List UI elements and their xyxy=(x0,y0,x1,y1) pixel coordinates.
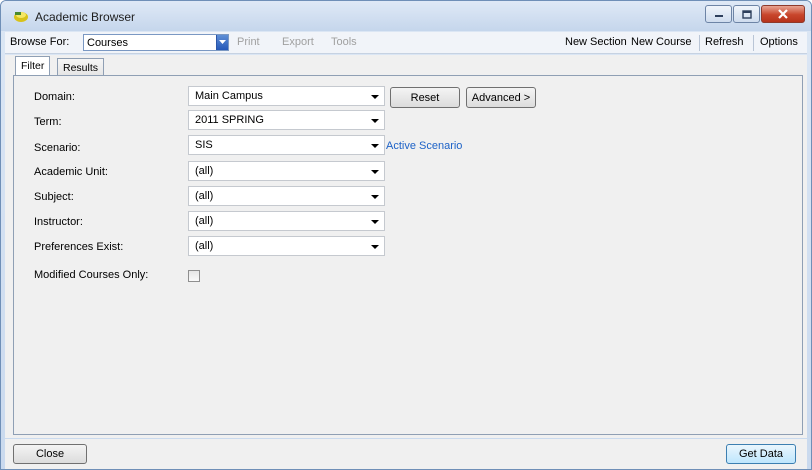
term-label: Term: xyxy=(34,116,62,128)
window-controls xyxy=(704,5,805,25)
new-section-button[interactable]: New Section xyxy=(565,36,627,48)
title-bar: Academic Browser xyxy=(1,1,811,31)
instructor-label: Instructor: xyxy=(34,216,83,228)
options-button[interactable]: Options xyxy=(760,36,798,48)
reset-button[interactable]: Reset xyxy=(390,87,460,108)
subject-select[interactable]: (all) xyxy=(188,186,385,206)
chevron-down-icon xyxy=(371,170,379,174)
close-icon xyxy=(778,9,788,19)
tab-filter[interactable]: Filter xyxy=(15,56,51,75)
menu-export[interactable]: Export xyxy=(282,36,314,48)
maximize-icon xyxy=(741,9,752,19)
menu-tools[interactable]: Tools xyxy=(331,36,357,48)
preferences-exist-label: Preferences Exist: xyxy=(34,241,124,253)
advanced-button[interactable]: Advanced > xyxy=(466,87,536,108)
chevron-down-icon xyxy=(371,220,379,224)
chevron-down-icon xyxy=(371,245,379,249)
tab-results[interactable]: Results xyxy=(57,58,105,75)
close-button[interactable]: Close xyxy=(13,444,87,464)
term-value: 2011 SPRING xyxy=(195,114,264,126)
academic-unit-value: (all) xyxy=(195,165,214,177)
active-scenario-link[interactable]: Active Scenario xyxy=(386,140,462,152)
menu-print[interactable]: Print xyxy=(237,36,260,48)
footer-bar: Close Get Data xyxy=(5,439,807,469)
preferences-exist-select[interactable]: (all) xyxy=(188,236,385,256)
instructor-value: (all) xyxy=(195,215,214,227)
subject-value: (all) xyxy=(195,190,214,202)
browse-for-select[interactable]: Courses xyxy=(83,34,229,51)
window-title: Academic Browser xyxy=(35,10,136,24)
academic-unit-select[interactable]: (all) xyxy=(188,161,385,181)
browse-for-label: Browse For: xyxy=(10,36,70,48)
domain-select[interactable]: Main Campus xyxy=(188,86,385,106)
get-data-button[interactable]: Get Data xyxy=(726,444,796,464)
subject-label: Subject: xyxy=(34,191,74,203)
minimize-button[interactable] xyxy=(705,5,732,23)
browse-for-value: Courses xyxy=(87,37,128,49)
menu-bar: Browse For: Courses Print Export Tools N… xyxy=(5,32,807,54)
academic-unit-label: Academic Unit: xyxy=(34,166,108,178)
menu-divider xyxy=(753,35,754,51)
minimize-icon xyxy=(714,15,723,17)
maximize-button[interactable] xyxy=(733,5,760,23)
scenario-value: SIS xyxy=(195,139,213,151)
instructor-select[interactable]: (all) xyxy=(188,211,385,231)
modified-courses-label: Modified Courses Only: xyxy=(34,269,149,281)
chevron-down-icon xyxy=(371,119,379,123)
main-content: Filter Results Domain: Main Campus Reset… xyxy=(5,55,807,438)
modified-courses-checkbox[interactable] xyxy=(188,270,200,282)
term-select[interactable]: 2011 SPRING xyxy=(188,110,385,130)
menu-divider xyxy=(699,35,700,51)
chevron-down-icon[interactable] xyxy=(216,35,228,50)
preferences-exist-value: (all) xyxy=(195,240,214,252)
domain-value: Main Campus xyxy=(195,90,263,102)
chevron-down-icon xyxy=(371,95,379,99)
close-window-button[interactable] xyxy=(761,5,805,23)
chevron-down-icon xyxy=(371,195,379,199)
new-course-button[interactable]: New Course xyxy=(631,36,692,48)
refresh-button[interactable]: Refresh xyxy=(705,36,744,48)
domain-label: Domain: xyxy=(34,91,75,103)
scenario-label: Scenario: xyxy=(34,142,81,154)
scenario-select[interactable]: SIS xyxy=(188,135,385,155)
chevron-down-icon xyxy=(371,144,379,148)
filter-panel: Domain: Main Campus Reset Advanced > Ter… xyxy=(13,75,803,435)
app-icon xyxy=(14,12,28,22)
academic-browser-window: Academic Browser Browse For: Courses Pri… xyxy=(0,0,812,470)
